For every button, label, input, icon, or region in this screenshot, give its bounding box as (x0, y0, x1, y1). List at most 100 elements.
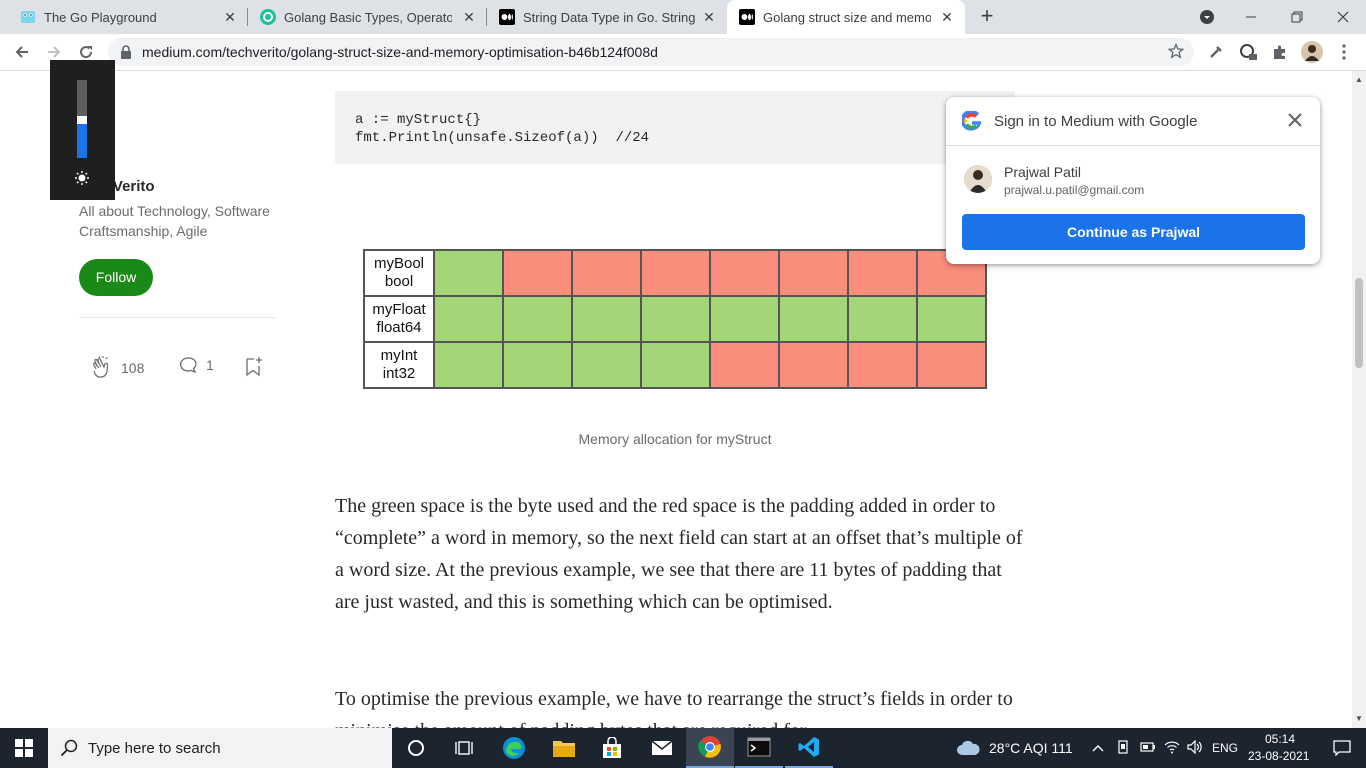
tab-string-data-type[interactable]: String Data Type in Go. Strings in ✕ (487, 0, 727, 34)
padding-byte-cell (847, 341, 918, 389)
url-text: medium.com/techverito/golang-struct-size… (142, 44, 658, 60)
responses-button[interactable]: 1 (178, 355, 214, 375)
volume-icon[interactable] (1187, 739, 1203, 757)
follow-button[interactable]: Follow (79, 259, 153, 296)
back-button[interactable] (10, 40, 34, 64)
mail-icon (651, 740, 673, 755)
gopher-icon (20, 9, 36, 25)
bookmark-star-icon[interactable] (1167, 42, 1185, 64)
mail-button[interactable] (638, 728, 686, 768)
bookmark-add-icon (246, 357, 262, 377)
tab-strip: The Go Playground ✕ Golang Basic Types, … (0, 0, 1366, 34)
page-content: TechVerito All about Technology, Softwar… (0, 71, 1352, 728)
weather-text[interactable]: 28°C AQI 111 (989, 740, 1073, 756)
taskbar-search-box[interactable]: Type here to search (48, 728, 392, 768)
used-byte-cell (433, 295, 504, 343)
chevron-up-icon[interactable] (1092, 740, 1104, 756)
used-byte-cell (571, 295, 642, 343)
page-scrollbar[interactable]: ▲ ▼ (1352, 71, 1366, 728)
used-byte-cell (502, 295, 573, 343)
sidebar-divider (79, 317, 276, 318)
tab-golang-basic-types[interactable]: Golang Basic Types, Operators ar ✕ (248, 0, 487, 34)
medium-icon (499, 9, 515, 25)
browser-toolbar: medium.com/techverito/golang-struct-size… (0, 34, 1366, 71)
close-popup-button[interactable] (1284, 109, 1306, 131)
tab-title: Golang struct size and memory o (763, 9, 931, 25)
extension-button[interactable] (1236, 40, 1260, 64)
file-explorer-button[interactable] (540, 728, 588, 768)
close-icon[interactable]: ✕ (461, 9, 477, 25)
scroll-down-icon[interactable]: ▼ (1355, 714, 1363, 723)
store-button[interactable] (588, 728, 636, 768)
cortana-button[interactable] (392, 728, 440, 768)
close-icon[interactable]: ✕ (701, 9, 717, 25)
vscode-button[interactable] (785, 728, 833, 768)
clap-button[interactable]: 108 (89, 355, 144, 381)
code-block: a := myStruct{} fmt.Println(unsafe.Sizeo… (335, 91, 1015, 164)
article-paragraph: To optimise the previous example, we hav… (335, 688, 1013, 728)
address-bar[interactable]: medium.com/techverito/golang-struct-size… (108, 38, 1194, 66)
google-logo-icon (960, 109, 982, 136)
eyedropper-extension-button[interactable] (1204, 40, 1228, 64)
brightness-level-fill (77, 124, 87, 158)
brightness-overlay (50, 60, 115, 200)
scrollbar-thumb[interactable] (1355, 278, 1363, 368)
field-name: myBool (373, 255, 425, 272)
scroll-up-icon[interactable]: ▲ (1355, 75, 1363, 84)
clap-count: 108 (121, 360, 145, 376)
edge-button[interactable] (490, 728, 538, 768)
close-icon[interactable]: ✕ (939, 9, 955, 25)
notifications-button[interactable] (1318, 728, 1366, 768)
store-icon (603, 737, 621, 758)
edge-icon (503, 737, 525, 759)
continue-as-button[interactable]: Continue as Prajwal (962, 214, 1305, 250)
used-byte-cell (778, 295, 849, 343)
arrow-right-icon (48, 46, 61, 58)
chrome-menu-button[interactable] (1332, 40, 1356, 64)
field-name: myFloat (372, 301, 426, 318)
tab-search-button[interactable] (1184, 0, 1230, 34)
task-view-button[interactable] (440, 728, 488, 768)
terminal-button[interactable] (735, 728, 783, 768)
battery-icon[interactable] (1140, 740, 1156, 756)
field-name: myInt (380, 347, 418, 364)
extensions-button[interactable] (1268, 40, 1292, 64)
folder-icon (553, 741, 575, 757)
tab-go-playground[interactable]: The Go Playground ✕ (0, 0, 248, 34)
field-label: myBool bool (363, 249, 435, 297)
chrome-taskbar-button[interactable] (686, 728, 734, 768)
chrome-icon (698, 736, 721, 758)
start-button[interactable] (0, 728, 48, 768)
minimize-button[interactable] (1228, 0, 1274, 34)
clock-date[interactable]: 23-08-2021 (1248, 749, 1309, 763)
padding-byte-cell (847, 249, 918, 297)
language-indicator[interactable]: ENG (1212, 741, 1238, 755)
eyedropper-icon (1210, 46, 1222, 58)
close-icon[interactable]: ✕ (222, 9, 238, 25)
tab-title: String Data Type in Go. Strings in (523, 9, 695, 25)
field-type: int32 (382, 365, 416, 382)
figure-caption: Memory allocation for myStruct (578, 431, 772, 447)
restore-button[interactable] (1274, 0, 1320, 34)
weather-icon[interactable] (950, 728, 986, 768)
vscode-icon (798, 737, 819, 757)
device-icon[interactable] (1116, 740, 1130, 757)
wifi-icon[interactable] (1164, 740, 1180, 757)
tab-golang-struct-size[interactable]: Golang struct size and memory o ✕ (727, 0, 965, 34)
profile-avatar[interactable] (1300, 40, 1324, 64)
padding-byte-cell (916, 341, 987, 389)
tab-title: The Go Playground (44, 9, 157, 25)
new-tab-button[interactable]: + (976, 5, 998, 27)
sun-icon (74, 170, 90, 191)
close-window-button[interactable] (1320, 0, 1366, 34)
close-icon (1288, 113, 1302, 127)
used-byte-cell (847, 295, 918, 343)
brightness-slider-knob[interactable] (77, 116, 87, 124)
article-paragraph: The green space is the byte used and the… (335, 495, 1023, 613)
save-button[interactable] (244, 355, 264, 377)
padding-byte-cell (502, 249, 573, 297)
clock-time[interactable]: 05:14 (1265, 732, 1295, 746)
windows-taskbar: Type here to search 28°C AQI 111 ENG 05:… (0, 728, 1366, 768)
used-byte-cell (640, 295, 711, 343)
minimize-icon (1246, 16, 1256, 18)
